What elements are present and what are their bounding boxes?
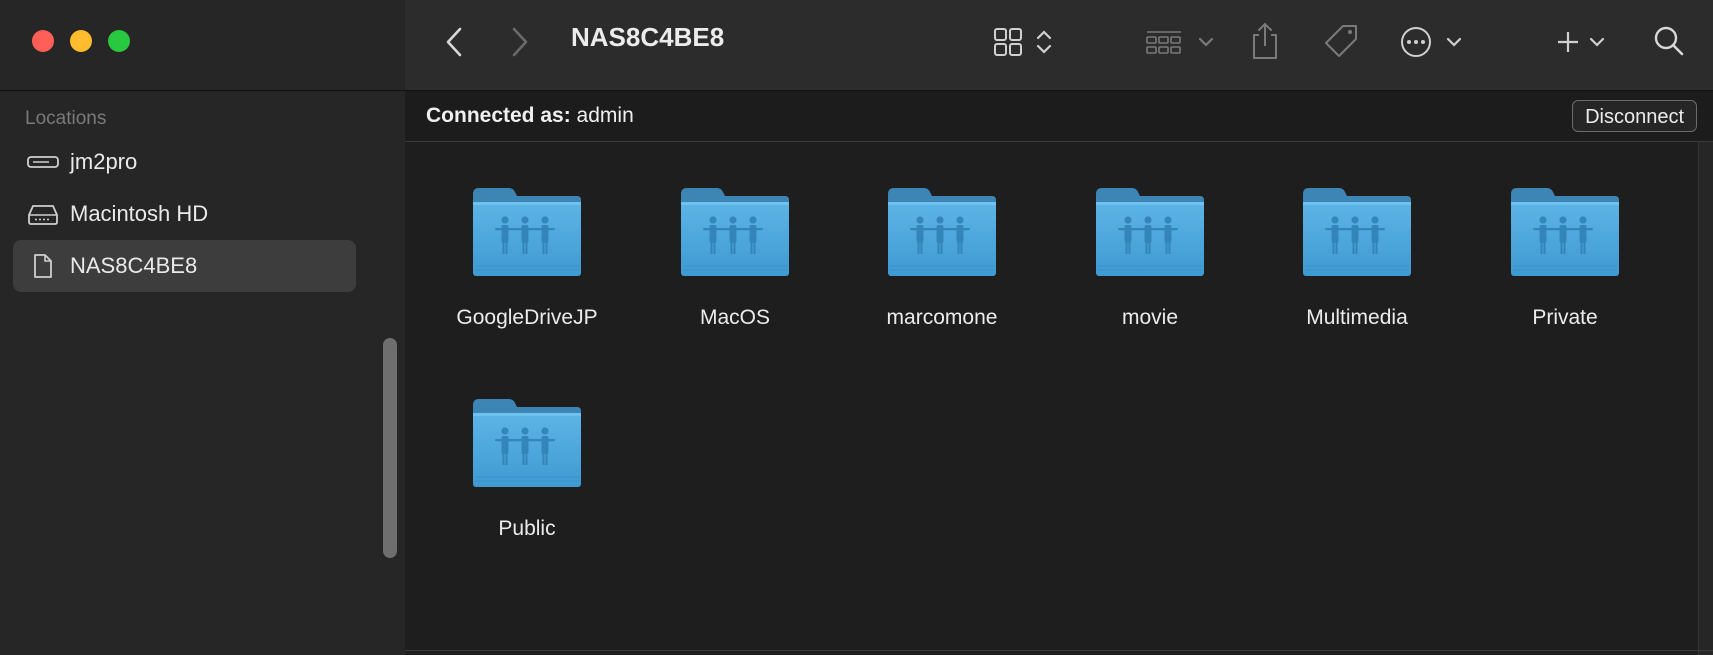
shared-folder-icon xyxy=(472,187,582,277)
folder-item[interactable]: GoogleDriveJP xyxy=(437,184,617,330)
shared-folder-icon xyxy=(680,187,790,277)
sidebar-item-label: NAS8C4BE8 xyxy=(70,253,198,278)
sidebar-item-jm2pro[interactable]: jm2pro xyxy=(13,136,356,188)
back-icon[interactable] xyxy=(439,25,469,59)
folder-name: MacOS xyxy=(699,306,770,329)
folder-name: marcomone xyxy=(886,306,998,329)
add-icon[interactable] xyxy=(1553,24,1615,60)
shared-folder-icon xyxy=(1302,187,1412,277)
connection-status: Connected as: admin xyxy=(426,104,634,128)
window-title: NAS8C4BE8 xyxy=(571,22,725,52)
folder-item[interactable]: Multimedia xyxy=(1267,184,1447,330)
zoom-button[interactable] xyxy=(108,30,130,52)
sidebar-item-macintosh-hd[interactable]: Macintosh HD xyxy=(13,188,356,240)
connection-label: Connected as: xyxy=(426,104,571,127)
grid-view-icon[interactable] xyxy=(988,25,1058,59)
shared-folder-icon xyxy=(472,398,582,488)
toolbar: NAS8C4BE8 xyxy=(405,0,1713,91)
folder-name: GoogleDriveJP xyxy=(456,306,598,329)
window-controls xyxy=(32,30,130,52)
shared-folder-icon xyxy=(1095,187,1205,277)
minimize-button[interactable] xyxy=(70,30,92,52)
more-icon[interactable] xyxy=(1398,24,1468,60)
divider xyxy=(0,90,405,91)
folder-item[interactable]: MacOS xyxy=(645,184,825,330)
divider xyxy=(405,650,1713,651)
document-icon xyxy=(26,253,60,279)
sidebar-section-title: Locations xyxy=(25,108,107,129)
folder-name: Private xyxy=(1532,306,1598,329)
folder-item[interactable]: marcomone xyxy=(852,184,1032,330)
share-icon[interactable] xyxy=(1247,20,1283,62)
folder-item[interactable]: movie xyxy=(1060,184,1240,330)
content-scrollbar[interactable] xyxy=(1698,142,1713,655)
disconnect-button[interactable]: Disconnect xyxy=(1572,100,1697,132)
forward-icon[interactable] xyxy=(505,25,535,59)
folder-item[interactable]: Private xyxy=(1475,184,1655,330)
drive-icon xyxy=(26,155,60,169)
shared-folder-icon xyxy=(887,187,997,277)
connection-user: admin xyxy=(576,104,634,127)
folder-name: Multimedia xyxy=(1306,306,1408,329)
file-grid: GoogleDriveJP MacOS marcomone movie Mult… xyxy=(405,142,1713,655)
folder-name: movie xyxy=(1121,306,1179,329)
folder-item[interactable]: Public xyxy=(437,395,617,541)
sidebar-item-label: Macintosh HD xyxy=(70,201,209,226)
sidebar: Locations jm2pro Macintosh HD NAS8C4BE8 xyxy=(0,0,406,655)
sidebar-scrollbar[interactable] xyxy=(383,338,397,558)
hard-disk-icon xyxy=(26,202,60,226)
sidebar-item-nas8c4be8[interactable]: NAS8C4BE8 xyxy=(13,240,356,292)
search-icon[interactable] xyxy=(1650,22,1688,60)
tag-icon[interactable] xyxy=(1321,22,1361,62)
group-icon[interactable] xyxy=(1141,25,1217,59)
folder-name: Public xyxy=(498,517,556,540)
shared-folder-icon xyxy=(1510,187,1620,277)
close-button[interactable] xyxy=(32,30,54,52)
sidebar-item-label: jm2pro xyxy=(70,149,138,174)
connection-bar: Connected as: admin Disconnect xyxy=(405,91,1713,142)
